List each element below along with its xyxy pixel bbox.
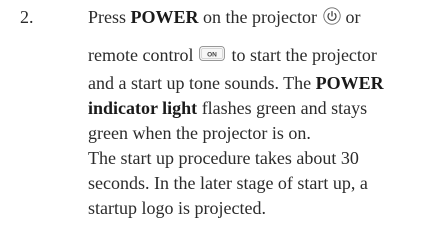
- remote-on-button-icon: ON: [199, 42, 226, 68]
- step-line-7: seconds. In the later stage of start up,…: [88, 173, 368, 193]
- power-keyword-2: POWER: [315, 73, 384, 93]
- indicator-light-keyword: indicator light: [88, 98, 198, 118]
- step-line-4: indicator light flashes green and stays: [88, 95, 428, 120]
- step-line-1: Press POWER on the projector or: [88, 4, 428, 34]
- or-text: or: [341, 7, 361, 27]
- remote-control-text: remote control: [88, 45, 194, 65]
- press-text: Press: [88, 7, 131, 27]
- step-line-2: remote control ON to start the projector: [88, 42, 428, 70]
- remote-on-button-label: ON: [208, 51, 218, 58]
- step-number: 2.: [20, 7, 34, 27]
- step-line-8: startup logo is projected.: [88, 198, 266, 218]
- step-text: Press POWER on the projector or remote c…: [88, 4, 428, 220]
- step-line-6: The start up procedure takes about 30: [88, 148, 359, 168]
- start-projector-text: to start the projector: [231, 45, 377, 65]
- power-keyword: POWER: [130, 7, 199, 27]
- tone-text: and a start up tone sounds. The: [88, 73, 316, 93]
- flashes-text: flashes green and stays: [197, 98, 368, 118]
- step-line-3: and a start up tone sounds. The POWER: [88, 70, 428, 95]
- on-projector-text: on the projector: [198, 7, 317, 27]
- power-icon: [323, 6, 341, 32]
- step-line-5: green when the projector is on.: [88, 123, 311, 143]
